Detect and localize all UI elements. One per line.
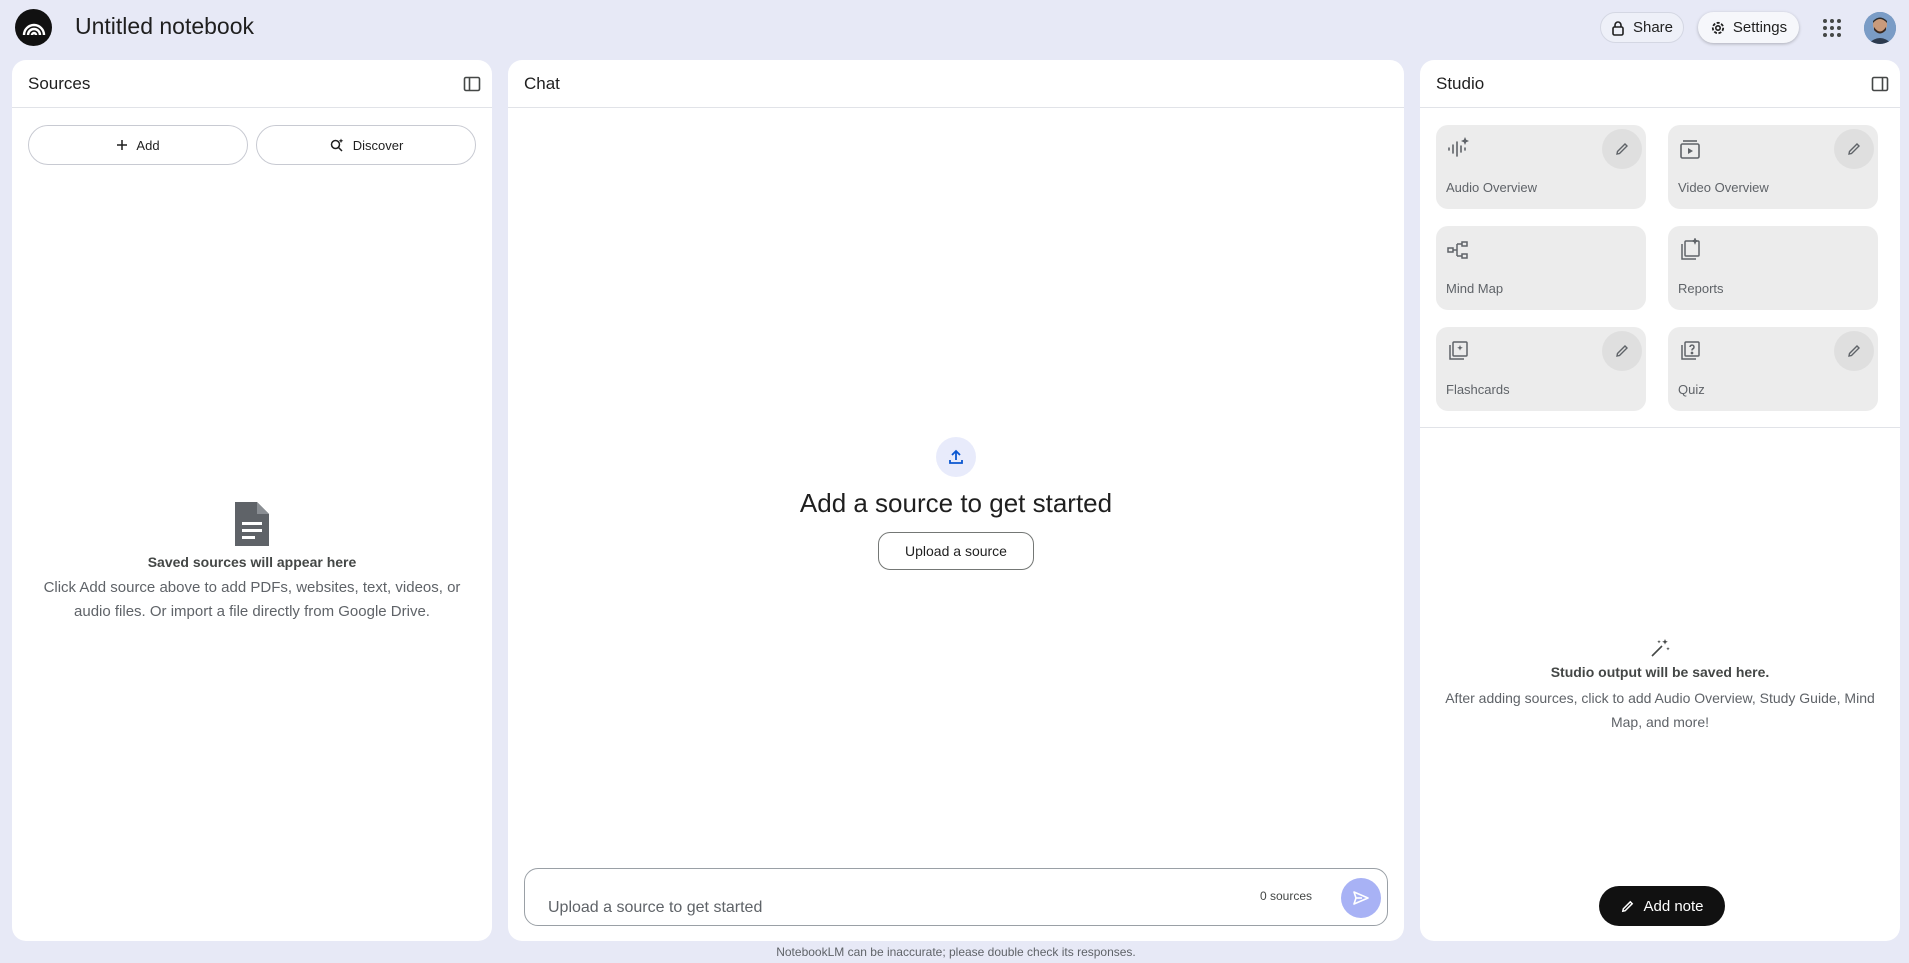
add-note-label: Add note: [1643, 897, 1704, 915]
edit-pencil-icon[interactable]: [1834, 129, 1874, 169]
collapse-panel-icon[interactable]: [1870, 74, 1890, 94]
tile-audio-overview[interactable]: Audio Overview: [1436, 125, 1646, 209]
tile-label: Audio Overview: [1446, 180, 1538, 195]
disclaimer-text: NotebookLM can be inaccurate; please dou…: [776, 945, 1136, 959]
edit-pencil-icon[interactable]: [1834, 331, 1874, 371]
upload-icon: [936, 437, 976, 477]
studio-panel: Studio Audio Overview Video Overview Min…: [1420, 60, 1900, 941]
tile-label: Video Overview: [1678, 180, 1769, 195]
add-note-button[interactable]: Add note: [1599, 886, 1725, 926]
plus-icon: [116, 139, 128, 151]
chat-panel: Chat Add a source to get started Upload …: [508, 60, 1404, 941]
top-bar: Untitled notebook Share Settings: [0, 0, 1909, 56]
studio-header: Studio: [1420, 60, 1900, 108]
settings-button[interactable]: Settings: [1698, 12, 1799, 43]
sources-empty-title: Saved sources will appear here: [147, 554, 357, 570]
tile-label: Quiz: [1678, 382, 1705, 397]
add-source-button[interactable]: Add: [28, 125, 248, 165]
gear-icon: [1710, 20, 1726, 36]
upload-source-button[interactable]: Upload a source: [878, 532, 1034, 570]
chat-title: Chat: [524, 73, 560, 93]
discover-search-icon: [329, 137, 345, 153]
notebooklm-logo-icon[interactable]: [15, 9, 52, 46]
studio-empty-description: After adding sources, click to add Audio…: [1445, 690, 1875, 730]
sources-header: Sources: [12, 60, 492, 108]
studio-empty-state: Studio output will be saved here. After …: [1420, 636, 1900, 734]
quiz-icon: [1678, 339, 1702, 363]
chat-input-placeholder[interactable]: Upload a source to get started: [548, 899, 762, 917]
apps-grid-icon[interactable]: [1821, 17, 1843, 39]
chat-input-box[interactable]: Upload a source to get started 0 sources: [524, 868, 1388, 926]
audio-waveform-icon: [1446, 137, 1470, 161]
pencil-icon: [1620, 899, 1635, 914]
chat-empty-heading: Add a source to get started: [799, 488, 1113, 518]
mind-map-icon: [1446, 238, 1470, 262]
video-overview-icon: [1678, 137, 1702, 161]
studio-title: Studio: [1436, 73, 1485, 93]
document-icon: [231, 500, 273, 548]
sources-empty-description: Click Add source above to add PDFs, webs…: [43, 579, 461, 620]
share-label: Share: [1632, 19, 1674, 36]
flashcards-icon: [1446, 339, 1470, 363]
source-count: 0 sources: [1260, 889, 1313, 903]
lock-icon: [1611, 20, 1625, 36]
tile-label: Reports: [1678, 281, 1724, 296]
sources-panel: Sources Add Discover Saved sources will …: [12, 60, 492, 941]
collapse-panel-icon[interactable]: [462, 74, 482, 94]
notebook-title[interactable]: Untitled notebook: [75, 13, 254, 40]
tile-quiz[interactable]: Quiz: [1668, 327, 1878, 411]
sources-title: Sources: [28, 73, 91, 93]
settings-label: Settings: [1732, 19, 1788, 36]
studio-empty-title: Studio output will be saved here.: [1550, 664, 1770, 680]
tile-mind-map[interactable]: Mind Map: [1436, 226, 1646, 310]
send-button[interactable]: [1341, 878, 1381, 918]
avatar[interactable]: [1864, 12, 1896, 44]
studio-divider: [1420, 427, 1900, 428]
add-label: Add: [136, 137, 160, 153]
magic-wand-icon: [1648, 636, 1672, 660]
share-button[interactable]: Share: [1600, 12, 1684, 43]
send-icon: [1352, 889, 1370, 907]
reports-icon: [1678, 238, 1702, 262]
sources-empty-state: Saved sources will appear here Click Add…: [12, 500, 492, 624]
discover-button[interactable]: Discover: [256, 125, 476, 165]
edit-pencil-icon[interactable]: [1602, 331, 1642, 371]
tile-label: Mind Map: [1446, 281, 1504, 296]
tile-flashcards[interactable]: Flashcards: [1436, 327, 1646, 411]
edit-pencil-icon[interactable]: [1602, 129, 1642, 169]
tile-label: Flashcards: [1446, 382, 1510, 397]
discover-label: Discover: [352, 137, 404, 153]
tile-video-overview[interactable]: Video Overview: [1668, 125, 1878, 209]
tile-reports[interactable]: Reports: [1668, 226, 1878, 310]
chat-header: Chat: [508, 60, 1404, 108]
